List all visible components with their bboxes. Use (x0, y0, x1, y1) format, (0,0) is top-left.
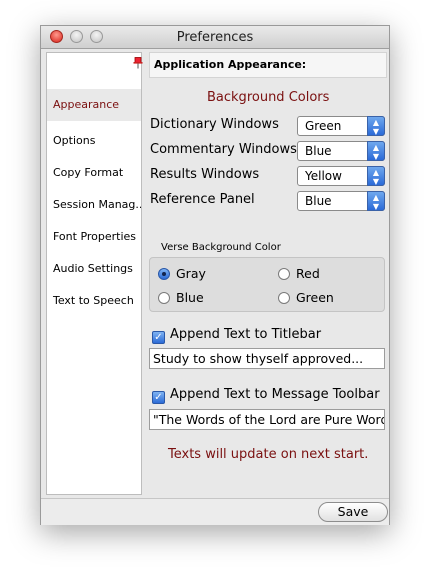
radio-green[interactable]: Green (278, 290, 334, 305)
commentary-windows-label: Commentary Windows (150, 142, 297, 157)
verse-background-color-label: Verse Background Color (161, 242, 281, 253)
radio-blue[interactable]: Blue (158, 290, 204, 305)
radio-green-label: Green (296, 290, 334, 305)
checkmark-icon: ✓ (152, 331, 165, 344)
background-colors-title: Background Colors (207, 90, 330, 105)
radio-selected-icon (158, 268, 170, 280)
updown-arrows-icon: ▲ ▼ (367, 191, 385, 211)
verse-background-color-group: Gray Red Blue Green (149, 257, 385, 312)
dictionary-windows-value: Green (305, 119, 342, 133)
bottom-bar: Save (41, 498, 389, 525)
updown-arrows-icon: ▲ ▼ (367, 141, 385, 161)
sidebar-item-copy-format[interactable]: Copy Format (47, 157, 141, 189)
sidebar-item-audio-settings[interactable]: Audio Settings (47, 253, 141, 285)
sidebar-item-options[interactable]: Options (47, 125, 141, 157)
checkmark-icon: ✓ (152, 391, 165, 404)
append-toolbar-checkbox[interactable]: ✓ Append Text to Message Toolbar (152, 387, 380, 404)
sidebar-item-font-properties[interactable]: Font Properties (47, 221, 141, 253)
results-windows-label: Results Windows (150, 167, 260, 182)
sidebar-item-appearance[interactable]: Appearance (47, 89, 141, 121)
panel-header: Application Appearance: (149, 52, 387, 78)
reference-panel-select[interactable]: Blue ▲ ▼ (297, 191, 385, 211)
dictionary-windows-select[interactable]: Green ▲ ▼ (297, 116, 385, 136)
title-bar[interactable]: Preferences (41, 26, 389, 49)
pin-icon[interactable] (133, 54, 143, 73)
appearance-panel: Application Appearance: Background Color… (149, 52, 387, 497)
window-title: Preferences (176, 30, 254, 45)
radio-red[interactable]: Red (278, 266, 320, 281)
append-titlebar-label: Append Text to Titlebar (170, 327, 322, 342)
radio-blue-label: Blue (176, 290, 204, 305)
preferences-sidebar: Appearance Options Copy Format Session M… (46, 52, 143, 495)
commentary-windows-value: Blue (305, 144, 332, 158)
updown-arrows-icon: ▲ ▼ (367, 116, 385, 136)
results-windows-value: Yellow (305, 169, 342, 183)
sidebar-item-session-manager[interactable]: Session Manag.. (47, 189, 141, 221)
sidebar-item-text-to-speech[interactable]: Text to Speech (47, 285, 141, 317)
append-titlebar-checkbox[interactable]: ✓ Append Text to Titlebar (152, 327, 321, 344)
toolbar-text-field[interactable]: "The Words of the Lord are Pure Words (149, 409, 385, 430)
preferences-window: Preferences Appearance Options Copy Form… (40, 25, 390, 525)
reference-panel-value: Blue (305, 194, 332, 208)
commentary-windows-select[interactable]: Blue ▲ ▼ (297, 141, 385, 161)
radio-unselected-icon (278, 292, 290, 304)
radio-gray[interactable]: Gray (158, 266, 206, 281)
radio-unselected-icon (278, 268, 290, 280)
append-toolbar-label: Append Text to Message Toolbar (170, 387, 380, 402)
radio-gray-label: Gray (176, 266, 206, 281)
titlebar-text-field[interactable]: Study to show thyself approved... (149, 348, 385, 369)
radio-unselected-icon (158, 292, 170, 304)
update-notice: Texts will update on next start. (168, 447, 369, 462)
radio-red-label: Red (296, 266, 320, 281)
updown-arrows-icon: ▲ ▼ (367, 166, 385, 186)
dictionary-windows-label: Dictionary Windows (150, 117, 279, 132)
results-windows-select[interactable]: Yellow ▲ ▼ (297, 166, 385, 186)
reference-panel-label: Reference Panel (150, 192, 255, 207)
save-button[interactable]: Save (318, 502, 388, 522)
